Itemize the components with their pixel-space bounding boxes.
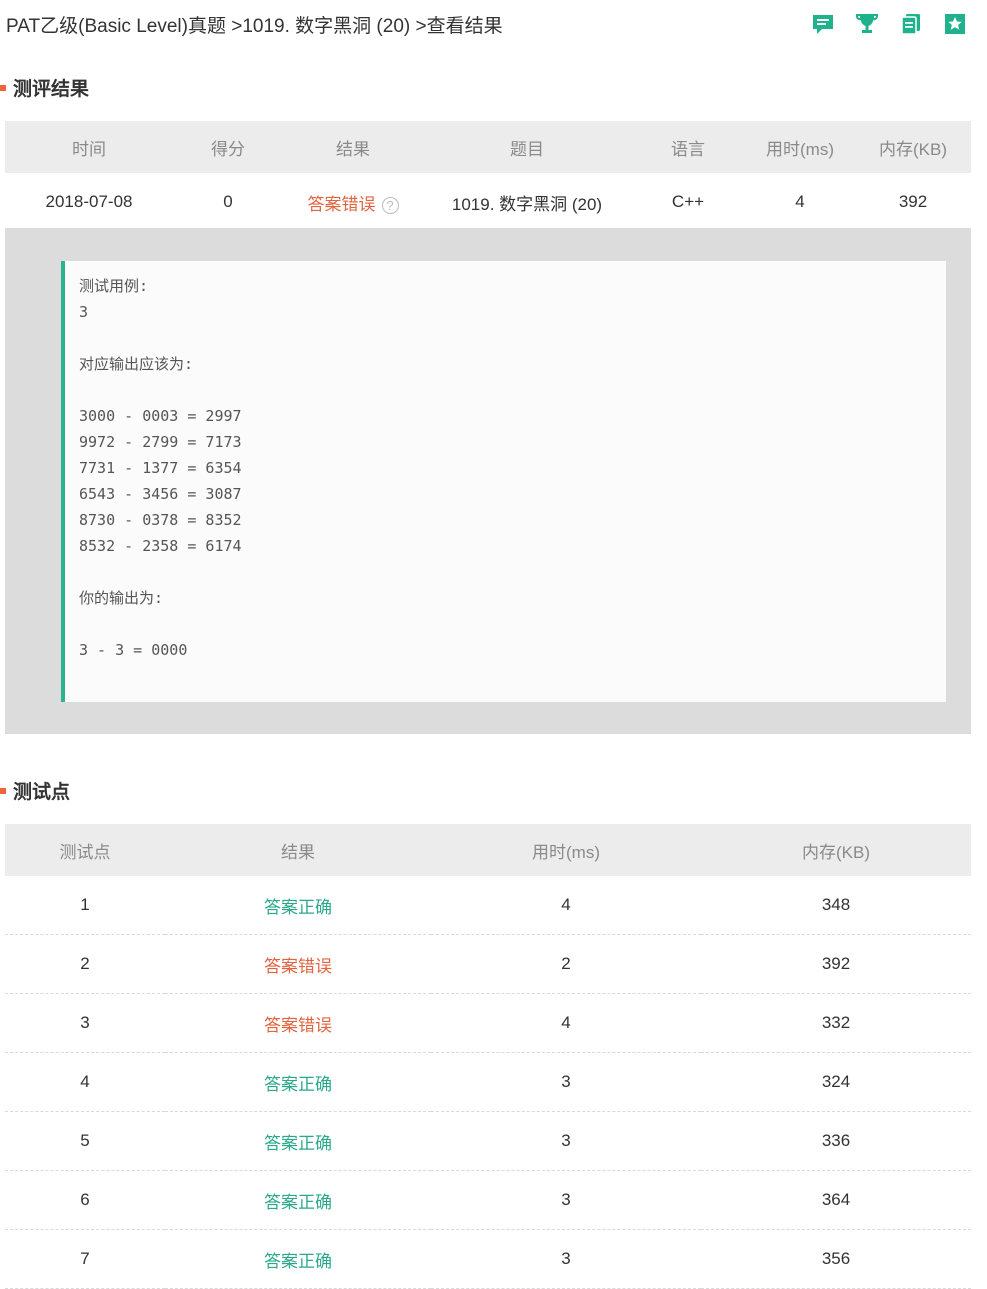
testcase-id: 6	[5, 1170, 165, 1230]
header-memory-kb: 内存(KB)	[855, 121, 971, 173]
testcase-row: 3 答案错误 4 332	[5, 993, 971, 1053]
testcase-table-header: 测试点 结果 用时(ms) 内存(KB)	[5, 824, 971, 876]
testcase-result: 答案正确	[165, 1170, 431, 1230]
testcase-row: 4 答案正确 3 324	[5, 1052, 971, 1112]
breadcrumb-problem-link[interactable]: 1019. 数字黑洞 (20)	[242, 16, 410, 37]
testcase-time: 2	[431, 934, 701, 994]
testcase-memory: 324	[701, 1052, 971, 1112]
result-language: C++	[631, 173, 745, 232]
testcase-memory: 336	[701, 1111, 971, 1171]
header-testcase-memory: 内存(KB)	[701, 824, 971, 876]
testcase-result: 答案正确	[165, 1229, 431, 1289]
result-time: 2018-07-08	[5, 173, 173, 232]
toolbar-icons	[807, 8, 971, 40]
testcase-section-title-text: 测试点	[13, 782, 71, 803]
header-problem: 题目	[423, 121, 631, 173]
result-detail-box: 测试用例: 3 对应输出应该为: 3000 - 0003 = 2997 9972…	[61, 261, 946, 702]
header-time-ms: 用时(ms)	[745, 121, 855, 173]
copy-icon[interactable]	[895, 8, 927, 40]
testcase-result: 答案错误	[165, 993, 431, 1053]
result-score: 0	[173, 173, 283, 232]
testcase-memory: 364	[701, 1170, 971, 1230]
testcase-time: 4	[431, 993, 701, 1053]
result-status-cell: 答案错误?	[283, 173, 423, 232]
testcase-time: 3	[431, 1111, 701, 1171]
testcase-table: 测试点 结果 用时(ms) 内存(KB) 1 答案正确 4 348 2 答案错误…	[5, 824, 971, 1289]
testcase-memory: 392	[701, 934, 971, 994]
result-detail-text: 测试用例: 3 对应输出应该为: 3000 - 0003 = 2997 9972…	[79, 277, 242, 659]
testcase-memory: 332	[701, 993, 971, 1053]
problem-link[interactable]: 1019. 数字黑洞 (20)	[452, 195, 602, 214]
testcase-id: 7	[5, 1229, 165, 1289]
testcase-row: 2 答案错误 2 392	[5, 934, 971, 994]
header-testcase-time: 用时(ms)	[431, 824, 701, 876]
testcase-id: 4	[5, 1052, 165, 1112]
breadcrumb-problemset-link[interactable]: PAT乙级(Basic Level)真题	[6, 16, 226, 37]
testcase-id: 3	[5, 993, 165, 1053]
star-bookmark-icon[interactable]	[939, 8, 971, 40]
header-time: 时间	[5, 121, 173, 173]
section-marker	[0, 84, 6, 91]
section-marker	[0, 787, 6, 794]
result-time-ms: 4	[745, 173, 855, 232]
breadcrumb-separator: >	[225, 16, 243, 37]
trophy-icon[interactable]	[851, 8, 883, 40]
result-problem: 1019. 数字黑洞 (20)	[423, 173, 631, 232]
top-bar: PAT乙级(Basic Level)真题 >1019. 数字黑洞 (20) >查…	[0, 0, 987, 46]
breadcrumb-current: 查看结果	[426, 16, 503, 37]
breadcrumb: PAT乙级(Basic Level)真题 >1019. 数字黑洞 (20) >查…	[6, 11, 503, 38]
result-detail-panel: 测试用例: 3 对应输出应该为: 3000 - 0003 = 2997 9972…	[5, 228, 971, 734]
result-memory-kb: 392	[855, 173, 971, 232]
testcase-result: 答案正确	[165, 876, 431, 935]
testcase-time: 3	[431, 1052, 701, 1112]
testcase-section-title: 测试点	[0, 777, 70, 804]
testcase-id: 1	[5, 876, 165, 935]
testcase-time: 3	[431, 1229, 701, 1289]
testcase-memory: 356	[701, 1229, 971, 1289]
header-testcase-result: 结果	[165, 824, 431, 876]
result-status: 答案错误	[307, 194, 376, 214]
result-section-title: 测评结果	[0, 74, 89, 101]
header-result: 结果	[283, 121, 423, 173]
testcase-result: 答案正确	[165, 1111, 431, 1171]
testcase-row: 6 答案正确 3 364	[5, 1170, 971, 1230]
testcase-time: 4	[431, 876, 701, 935]
help-icon[interactable]: ?	[381, 196, 399, 214]
testcase-time: 3	[431, 1170, 701, 1230]
testcase-row: 1 答案正确 4 348	[5, 876, 971, 935]
testcase-memory: 348	[701, 876, 971, 935]
testcase-row: 5 答案正确 3 336	[5, 1111, 971, 1171]
header-language: 语言	[631, 121, 745, 173]
header-score: 得分	[173, 121, 283, 173]
result-table-header: 时间 得分 结果 题目 语言 用时(ms) 内存(KB)	[5, 121, 971, 173]
testcase-result: 答案正确	[165, 1052, 431, 1112]
testcase-row: 7 答案正确 3 356	[5, 1229, 971, 1289]
breadcrumb-separator: >	[410, 16, 427, 37]
comment-icon[interactable]	[807, 8, 839, 40]
result-section-title-text: 测评结果	[13, 79, 90, 100]
testcase-id: 2	[5, 934, 165, 994]
result-row: 2018-07-08 0 答案错误? 1019. 数字黑洞 (20) C++ 4…	[5, 173, 971, 232]
result-table: 时间 得分 结果 题目 语言 用时(ms) 内存(KB) 2018-07-08 …	[5, 121, 971, 232]
header-testcase-id: 测试点	[5, 824, 165, 876]
testcase-id: 5	[5, 1111, 165, 1171]
testcase-result: 答案错误	[165, 934, 431, 994]
